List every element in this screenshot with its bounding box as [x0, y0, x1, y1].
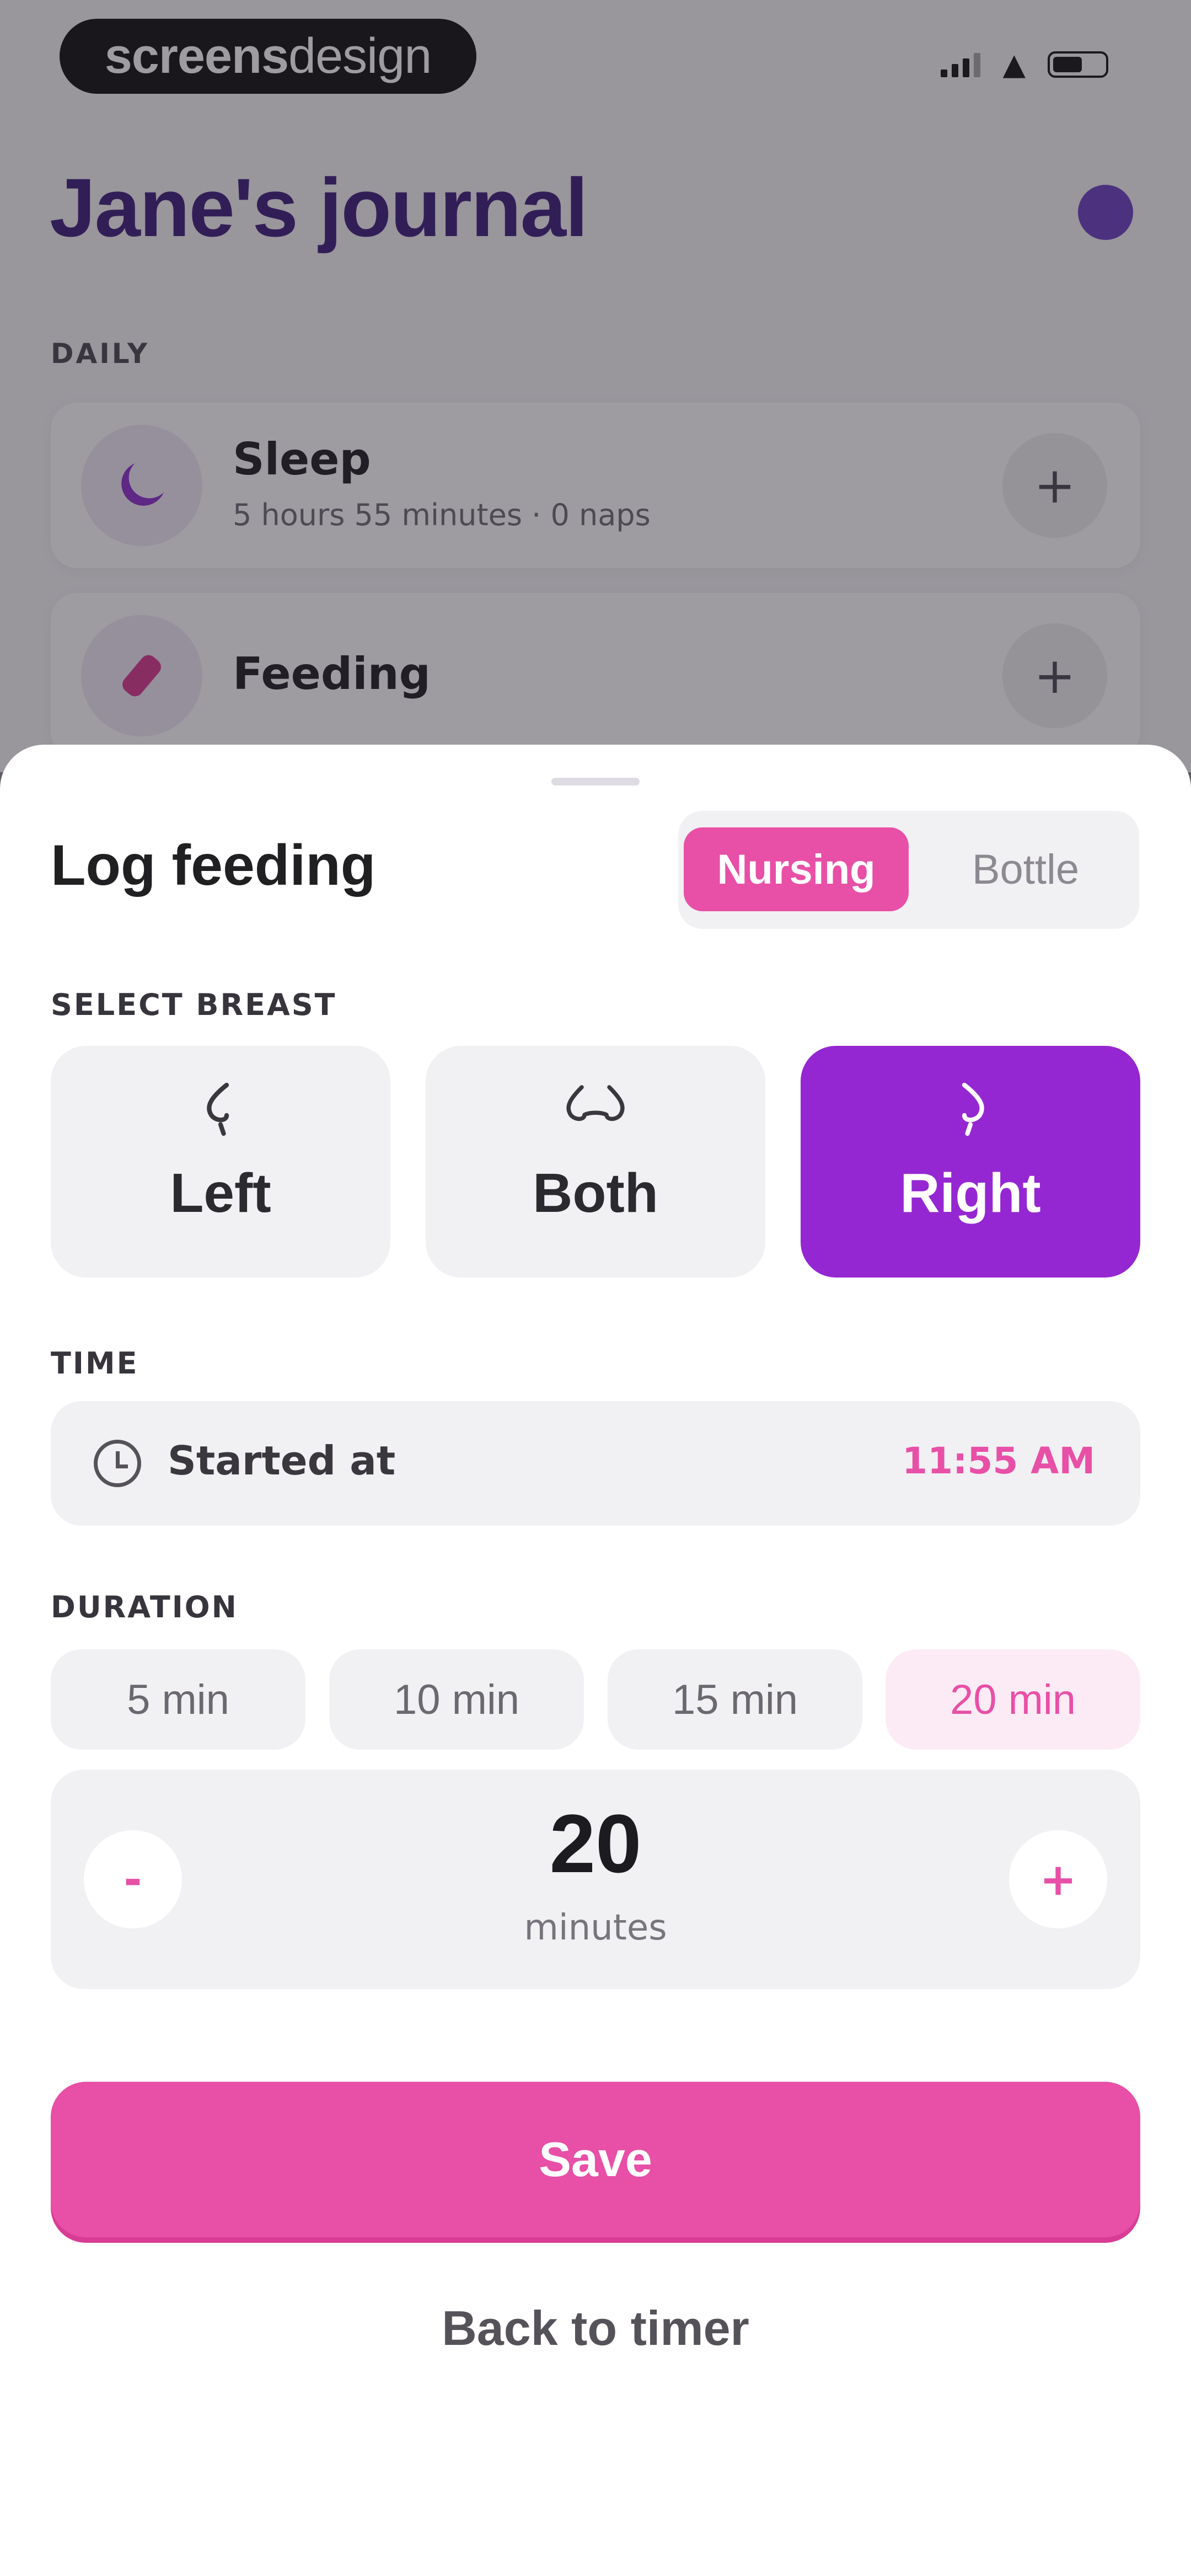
duration-unit: minutes [524, 1907, 667, 1948]
feeding-mode-toggle: Nursing Bottle [678, 811, 1139, 929]
duration-preset-10[interactable]: 10 min [329, 1649, 584, 1750]
clock-icon [94, 1440, 141, 1487]
right-breast-icon [801, 1079, 1140, 1149]
duration-stepper: - 20 minutes + [51, 1770, 1140, 1989]
tab-nursing[interactable]: Nursing [684, 827, 909, 911]
sheet-title: Log feeding [51, 833, 376, 897]
breast-option-label: Right [900, 1162, 1041, 1224]
breast-option-label: Both [533, 1162, 658, 1224]
sheet-grabber[interactable] [551, 778, 640, 785]
duration-preset-5[interactable]: 5 min [51, 1649, 305, 1750]
increment-button[interactable]: + [1009, 1830, 1107, 1928]
start-time-field[interactable]: Started at 11:55 AM [51, 1401, 1140, 1526]
back-to-timer-link[interactable]: Back to timer [0, 2300, 1191, 2356]
start-time-value[interactable]: 11:55 AM [902, 1440, 1095, 1482]
duration-preset-20[interactable]: 20 min [886, 1649, 1140, 1750]
breast-option-label: Left [170, 1162, 271, 1224]
log-feeding-sheet: Log feeding Nursing Bottle SELECT BREAST… [0, 745, 1191, 2576]
duration-value: 20 [549, 1797, 642, 1890]
duration-preset-15[interactable]: 15 min [608, 1649, 862, 1750]
breast-both-button[interactable]: Both [426, 1046, 765, 1278]
select-breast-label: SELECT BREAST [51, 987, 337, 1022]
time-section-label: TIME [51, 1346, 139, 1381]
both-breasts-icon [426, 1079, 765, 1149]
save-button[interactable]: Save [51, 2082, 1140, 2237]
breast-right-button[interactable]: Right [801, 1046, 1140, 1278]
tab-bottle[interactable]: Bottle [921, 827, 1130, 911]
breast-left-button[interactable]: Left [51, 1046, 390, 1278]
start-time-label: Started at [168, 1437, 396, 1484]
duration-section-label: DURATION [51, 1590, 238, 1624]
left-breast-icon [51, 1079, 390, 1149]
